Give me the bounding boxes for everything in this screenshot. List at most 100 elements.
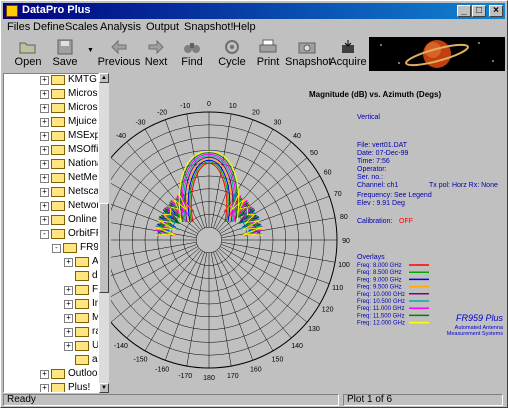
menu-help[interactable]: Help <box>233 21 256 33</box>
angle-tick-label: 120 <box>322 307 334 314</box>
folder-icon <box>51 89 65 99</box>
angle-tick-label: 160 <box>250 367 262 374</box>
save-button[interactable]: Save <box>47 37 83 71</box>
expand-icon[interactable]: + <box>40 370 49 379</box>
grid-spoke <box>126 249 201 339</box>
plot-area: 0 10 20 30 40 50 60 70 80 90 100 110 120 130 140 150 160… <box>67 73 507 393</box>
folder-icon <box>51 201 65 211</box>
frequency-label: Frequency: See Legend <box>357 192 432 199</box>
scroll-thumb[interactable] <box>99 203 109 293</box>
expand-icon[interactable]: + <box>40 384 49 392</box>
grid-spoke <box>215 129 274 230</box>
expand-icon[interactable]: + <box>64 342 73 351</box>
tree-item-label: OrbitFR <box>68 228 98 239</box>
snapshot-label: Snapshot <box>285 56 332 68</box>
scroll-up-icon[interactable]: ▲ <box>99 73 109 83</box>
elevation-label: Elev : 9.91 Deg <box>357 200 405 207</box>
expand-icon[interactable]: + <box>40 118 49 127</box>
angle-tick-label: 60 <box>324 170 332 177</box>
expand-icon[interactable]: + <box>64 286 73 295</box>
expand-icon[interactable]: + <box>40 216 49 225</box>
expand-icon[interactable]: + <box>40 132 49 141</box>
overlay-freq-label: Freq: <box>357 299 371 305</box>
folder-icon <box>63 243 77 253</box>
collapse-icon[interactable]: - <box>40 230 49 239</box>
menu-files[interactable]: Files <box>7 21 30 33</box>
expand-icon[interactable]: + <box>40 174 49 183</box>
toolbar: Open Save ▼ Previous Next Find Cycle Pri… <box>3 37 367 71</box>
expand-icon[interactable]: + <box>64 258 73 267</box>
next-button[interactable]: Next <box>141 37 171 71</box>
expand-icon[interactable]: + <box>40 146 49 155</box>
tree-item-label: MSExped <box>68 130 98 141</box>
cycle-label: Cycle <box>218 56 246 68</box>
calibration-label: Calibration: <box>357 218 392 225</box>
scroll-down-icon[interactable]: ▼ <box>99 383 109 393</box>
acquire-button[interactable]: Acquire <box>329 37 367 71</box>
grid-ring <box>195 226 223 254</box>
previous-label: Previous <box>97 56 141 68</box>
expand-icon[interactable]: + <box>40 90 49 99</box>
tree-item-label: Plus! <box>68 382 91 393</box>
overlay-freq-value: 10.000 GHz <box>373 292 405 298</box>
grid-spoke <box>219 246 320 305</box>
collapse-icon[interactable]: - <box>52 244 61 253</box>
expand-icon[interactable]: + <box>64 328 73 337</box>
menu-output[interactable]: Output <box>146 21 179 33</box>
folder-tree: + KMTG Mo + Microsoft + Microsoft + Mjuice Me + M… <box>3 73 99 393</box>
save-dropdown-arrow-icon[interactable]: ▼ <box>87 47 94 54</box>
expand-icon[interactable]: + <box>64 300 73 309</box>
grid-spoke <box>110 248 200 323</box>
folder-icon <box>51 187 65 197</box>
cycle-button[interactable]: Cycle <box>215 37 249 71</box>
acquire-icon <box>342 40 354 53</box>
print-label: Print <box>256 56 280 68</box>
menu-analysis[interactable]: Analysis <box>100 21 141 33</box>
expand-icon[interactable]: + <box>40 188 49 197</box>
tree-item-label: ra <box>92 326 98 337</box>
app-logo <box>369 37 505 71</box>
operator-label: Operator: <box>357 166 387 173</box>
acquire-label: Acquire <box>329 56 367 68</box>
find-button[interactable]: Find <box>177 37 207 71</box>
expand-icon[interactable]: + <box>40 104 49 113</box>
menu-scales[interactable]: Scales <box>65 21 98 33</box>
maximize-button[interactable]: □ <box>472 5 486 17</box>
expand-icon[interactable]: + <box>40 76 49 85</box>
open-button[interactable]: Open <box>11 37 45 71</box>
grid-spoke <box>218 157 308 232</box>
snapshot-button[interactable]: Snapshot <box>285 37 332 71</box>
brand-subtitle: Measurement Systems <box>447 331 503 337</box>
grid-spoke <box>213 251 254 361</box>
angle-tick-label: -20 <box>157 109 167 116</box>
overlay-freq-label: Freq: <box>357 285 371 291</box>
grid-spoke <box>88 244 198 285</box>
tree-scrollbar[interactable]: ▲ ▼ <box>99 73 109 393</box>
overlay-freq-label: Freq: <box>357 270 371 276</box>
expand-icon[interactable]: + <box>40 160 49 169</box>
angle-tick-label: 80 <box>340 214 348 221</box>
tree-item-label: MSOffice <box>68 144 99 155</box>
close-button[interactable]: × <box>489 5 503 17</box>
binoculars-icon <box>184 43 200 53</box>
angle-tick-label: 0 <box>207 101 211 108</box>
menu-snapshot[interactable]: Snapshot! <box>184 21 234 33</box>
print-button[interactable]: Print <box>253 37 283 71</box>
expand-icon[interactable]: + <box>64 314 73 323</box>
previous-button[interactable]: Previous <box>97 37 141 71</box>
expand-icon[interactable]: + <box>40 202 49 211</box>
angle-tick-label: 140 <box>291 343 303 350</box>
grid-spoke <box>221 217 336 239</box>
menu-define[interactable]: Define <box>33 21 65 33</box>
tree-item-label: Microsoft <box>68 88 98 99</box>
tx-pol-label: Tx pol: Horz Rx: None <box>429 182 498 189</box>
polar-plot: 0 10 20 30 40 50 60 70 80 90 100 110 120 130 140 150 160… <box>67 90 504 382</box>
minimize-button[interactable]: _ <box>457 5 471 17</box>
tree-item-label: KMTG Mo <box>68 74 98 85</box>
folder-icon <box>51 229 65 239</box>
overlay-freq-value: 8.000 GHz <box>373 263 402 269</box>
overlay-freq-value: 10.500 GHz <box>373 299 405 305</box>
folder-icon <box>51 215 65 225</box>
floppy-disk-icon <box>57 39 73 55</box>
overlay-freq-label: Freq: <box>357 321 371 327</box>
